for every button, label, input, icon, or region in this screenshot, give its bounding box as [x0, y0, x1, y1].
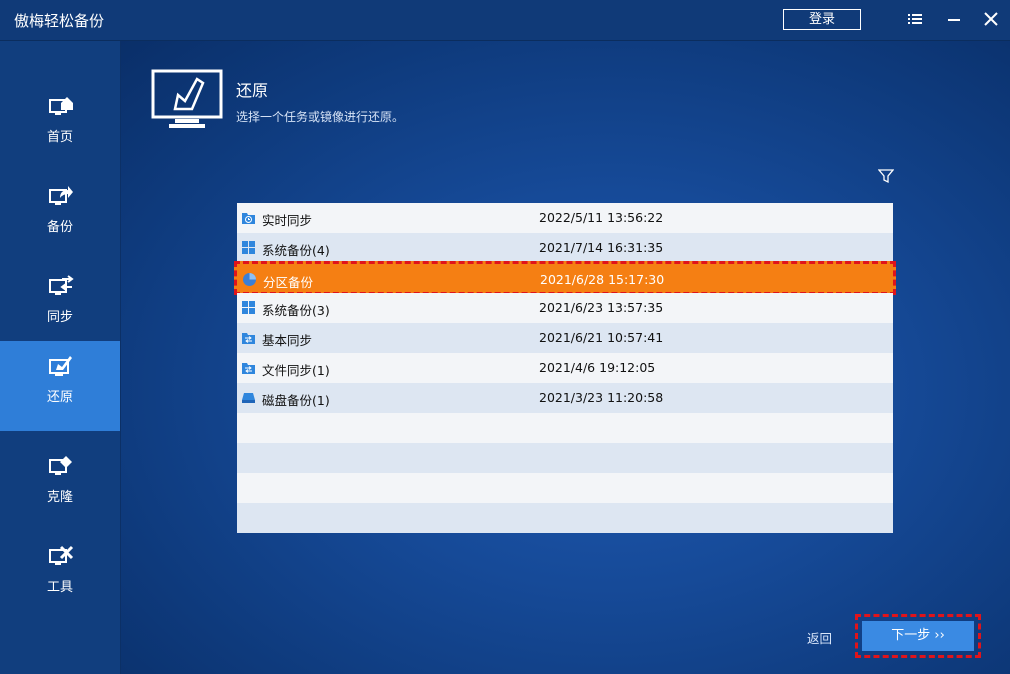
next-button-highlight: 下一步 ›› — [855, 614, 981, 658]
close-icon[interactable] — [982, 10, 1000, 28]
table-row[interactable]: 系统备份(3) 2021/6/23 13:57:35 — [237, 293, 893, 323]
realtime-sync-icon — [242, 213, 255, 224]
sidebar-item-sync[interactable]: 同步 — [0, 261, 120, 351]
home-icon — [49, 97, 73, 115]
sidebar: 首页 备份 同步 还原 克隆 工具 — [0, 41, 121, 674]
folder-sync-icon — [242, 363, 255, 374]
table-row[interactable]: 实时同步 2022/5/11 13:56:22 — [237, 203, 893, 233]
windows-icon — [242, 301, 255, 314]
sync-icon — [49, 275, 74, 295]
sidebar-item-label: 克隆 — [46, 490, 73, 505]
empty-row — [237, 443, 893, 473]
sidebar-item-label: 同步 — [46, 310, 73, 325]
sidebar-item-label: 还原 — [46, 390, 73, 405]
minimize-icon[interactable] — [945, 10, 963, 28]
backup-icon — [49, 186, 73, 205]
empty-row — [237, 503, 893, 533]
task-time: 2022/5/11 13:56:22 — [539, 210, 664, 225]
folder-sync-icon — [242, 333, 255, 344]
task-time: 2021/7/14 16:31:35 — [539, 240, 664, 255]
tools-icon — [49, 545, 74, 565]
task-name: 磁盘备份(1) — [262, 393, 330, 408]
restore-icon — [49, 356, 72, 376]
task-time: 2021/6/21 10:57:41 — [539, 330, 664, 345]
task-time: 2021/6/23 13:57:35 — [539, 300, 664, 315]
main-panel: 还原 选择一个任务或镜像进行还原。 实时同步 2022/5/11 13:56:2… — [121, 41, 1010, 674]
task-name: 基本同步 — [262, 333, 313, 348]
empty-row — [237, 413, 893, 443]
task-time: 2021/3/23 11:20:58 — [539, 390, 664, 405]
menu-icon[interactable] — [906, 10, 924, 28]
task-name: 分区备份 — [263, 275, 314, 290]
table-row[interactable]: 系统备份(4) 2021/7/14 16:31:35 — [237, 233, 893, 263]
table-row[interactable]: 基本同步 2021/6/21 10:57:41 — [237, 323, 893, 353]
sidebar-item-tools[interactable]: 工具 — [0, 531, 120, 621]
page-subtitle: 选择一个任务或镜像进行还原。 — [236, 110, 405, 124]
next-button[interactable]: 下一步 ›› — [862, 621, 974, 651]
sidebar-item-clone[interactable]: 克隆 — [0, 441, 120, 531]
sidebar-item-label: 首页 — [46, 130, 73, 145]
task-time: 2021/4/6 19:12:05 — [539, 360, 656, 375]
sidebar-item-restore[interactable]: 还原 — [0, 341, 120, 431]
title-bar: 傲梅轻松备份 登录 — [0, 0, 1010, 41]
clone-icon — [49, 456, 72, 475]
task-name: 系统备份(3) — [262, 303, 330, 318]
partition-icon — [243, 273, 256, 286]
table-row[interactable]: 文件同步(1) 2021/4/6 19:12:05 — [237, 353, 893, 383]
task-name: 实时同步 — [262, 213, 313, 228]
table-row[interactable]: 磁盘备份(1) 2021/3/23 11:20:58 — [237, 383, 893, 413]
sidebar-item-label: 备份 — [46, 220, 73, 235]
task-name: 系统备份(4) — [262, 243, 330, 258]
task-list: 实时同步 2022/5/11 13:56:22 系统备份(4) 2021/7/1… — [234, 203, 896, 533]
login-button[interactable]: 登录 — [783, 9, 861, 30]
disk-icon — [242, 393, 255, 403]
sidebar-item-backup[interactable]: 备份 — [0, 171, 120, 261]
sidebar-item-label: 工具 — [46, 580, 73, 595]
task-time: 2021/6/28 15:17:30 — [540, 272, 665, 287]
windows-icon — [242, 241, 255, 254]
filter-icon[interactable] — [878, 168, 894, 184]
app-title: 傲梅轻松备份 — [14, 12, 105, 30]
restore-hero-icon — [151, 69, 223, 128]
empty-row — [237, 473, 893, 503]
table-row-selected[interactable]: 分区备份 2021/6/28 15:17:30 — [234, 261, 896, 295]
sidebar-item-home[interactable]: 首页 — [0, 81, 120, 171]
page-title: 还原 — [236, 81, 269, 100]
task-name: 文件同步(1) — [262, 363, 330, 378]
back-button[interactable]: 返回 — [807, 628, 832, 647]
